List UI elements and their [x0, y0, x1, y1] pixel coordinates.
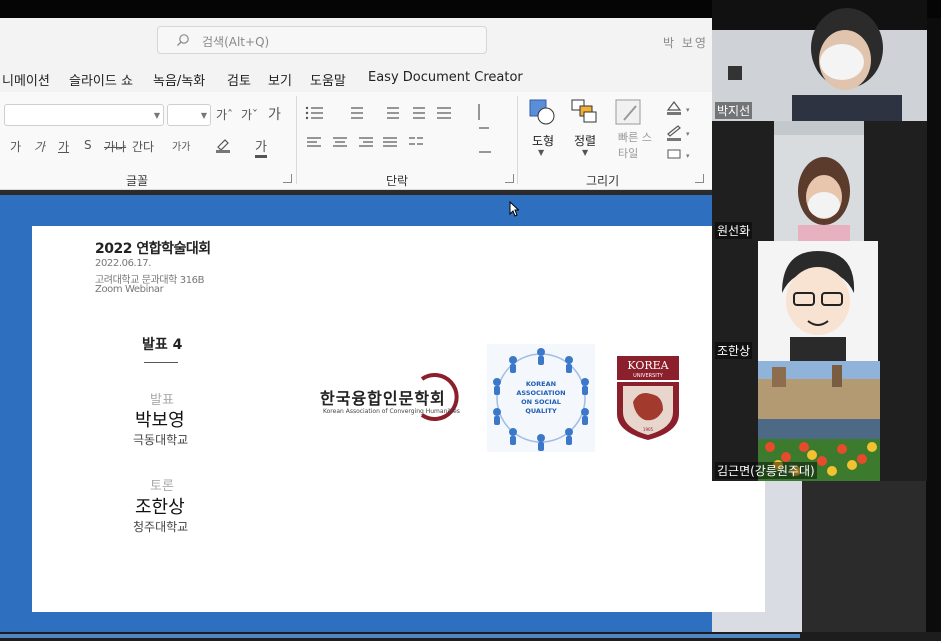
- slide-date: 2022.06.17.: [95, 258, 152, 269]
- font-family-select[interactable]: ▼: [4, 104, 164, 126]
- slide-canvas[interactable]: 2022 연합학술대회 2022.06.17. 고려대학교 문과대학 316B …: [32, 226, 765, 612]
- svg-text:▾: ▾: [686, 130, 690, 138]
- quick-styles-label: 빠른 스타일: [618, 131, 652, 160]
- ku-founded-year: 1905: [643, 427, 654, 432]
- change-case-button[interactable]: 가가: [172, 138, 190, 153]
- ksq-logo: KOREAN ASSOCIATION ON SOCIAL QUALITY: [487, 344, 595, 452]
- slide-title: 2022 연합학술대회: [95, 241, 211, 257]
- kach-name: 한국융합인문학회: [320, 389, 446, 408]
- ksq-line-3: ON SOCIAL: [521, 398, 561, 406]
- arrange-icon: [571, 99, 597, 123]
- chevron-down-icon: ▼: [200, 111, 207, 120]
- group-divider: [517, 96, 518, 184]
- ku-shield-icon: KOREA UNIVERSITY 1905: [617, 356, 679, 440]
- chevron-down-icon: ▼: [538, 148, 545, 157]
- ku-word-korea: KOREA: [627, 359, 669, 372]
- kach-logo: 한국융합인문학회 Korean Association of Convergin…: [320, 371, 465, 423]
- font-dialog-launcher-icon[interactable]: [283, 174, 292, 183]
- underline-button[interactable]: 가: [58, 138, 69, 155]
- drawing-group-label: 그리기: [586, 174, 620, 188]
- participant-name: 김근면(강릉원주대): [715, 462, 817, 479]
- group-divider: [296, 96, 297, 184]
- shadow-button[interactable]: S: [84, 138, 92, 152]
- search-input[interactable]: 검색(Alt+Q): [157, 26, 487, 54]
- font-color-button[interactable]: 가: [255, 136, 267, 158]
- participant-name: 원선화: [715, 222, 753, 239]
- presenter-name: 박보영: [135, 410, 185, 431]
- font-group-label: 글꼴: [126, 174, 149, 188]
- ksq-line-1: KOREAN: [525, 380, 557, 388]
- participant-tile[interactable]: 원선화: [712, 121, 927, 241]
- discussant-name: 조한상: [135, 497, 185, 518]
- quick-styles-button[interactable]: 빠른 스타일: [612, 98, 656, 170]
- highlighter-icon[interactable]: [214, 137, 232, 153]
- divider-line: [144, 362, 178, 363]
- search-icon: [177, 34, 189, 46]
- tab-help[interactable]: 도움말: [310, 70, 346, 89]
- ku-word-university: UNIVERSITY: [633, 373, 664, 379]
- chevron-down-icon: ▼: [582, 148, 589, 157]
- participant-tile[interactable]: 박지선: [712, 0, 927, 121]
- strikethrough-button[interactable]: 가나: [104, 138, 126, 155]
- ribbon: ▼ ▼ 가ˆ 가ˇ 가 가 가 가 S 가나 간다 가가 가 글꼴 단락 도형 …: [0, 92, 712, 190]
- shrink-font-button[interactable]: 가ˇ: [241, 106, 258, 123]
- drawing-dialog-launcher-icon[interactable]: [695, 174, 704, 183]
- grow-font-button[interactable]: 가ˆ: [216, 106, 233, 123]
- tab-review[interactable]: 검토: [227, 70, 251, 89]
- bottom-status-strip: [0, 632, 941, 641]
- tab-record[interactable]: 녹음/녹화: [153, 70, 205, 89]
- char-spacing-button[interactable]: 간다: [132, 138, 154, 155]
- search-placeholder: 검색(Alt+Q): [202, 35, 270, 49]
- tab-view[interactable]: 보기: [268, 70, 292, 89]
- account-name[interactable]: 박 보영: [663, 34, 708, 51]
- shapes-icon: [529, 99, 555, 125]
- mouse-cursor-icon: [509, 201, 519, 217]
- arrange-label: 정렬: [574, 134, 597, 148]
- paragraph-dialog-launcher-icon[interactable]: [505, 174, 514, 183]
- shapes-label: 도형: [532, 134, 555, 148]
- kach-english-name: Korean Association of Converging Humanit…: [323, 408, 460, 415]
- slide-webinar: Zoom Webinar: [95, 284, 164, 295]
- participant-name: 조한상: [715, 342, 753, 359]
- clear-format-button[interactable]: 가: [268, 104, 281, 124]
- participant-name: 박지선: [715, 102, 753, 119]
- participant-tile[interactable]: 조한상: [712, 241, 927, 361]
- ksq-line-4: QUALITY: [525, 407, 557, 415]
- quick-styles-icon: [615, 99, 641, 125]
- tab-animations[interactable]: 니메이션: [2, 70, 50, 89]
- shapes-button[interactable]: 도형 ▼: [528, 98, 562, 162]
- arrange-button[interactable]: 정렬 ▼: [570, 98, 604, 162]
- talk-number: 발표 4: [142, 337, 183, 353]
- presenter-affiliation: 극동대학교: [133, 433, 189, 447]
- bold-button[interactable]: 가: [10, 138, 21, 155]
- scroll-track[interactable]: [0, 634, 800, 638]
- paragraph-tools-icons[interactable]: [305, 104, 505, 164]
- shape-format-icons[interactable]: ▾ ▾ ▾: [664, 98, 698, 162]
- font-size-select[interactable]: ▼: [167, 104, 211, 126]
- tab-easy-document-creator[interactable]: Easy Document Creator: [368, 70, 523, 85]
- participants-panel-edge: [926, 18, 941, 641]
- chevron-down-icon: ▼: [153, 111, 160, 120]
- italic-button[interactable]: 가: [34, 138, 45, 155]
- svg-text:▾: ▾: [686, 106, 690, 114]
- ksq-line-2: ASSOCIATION: [516, 389, 566, 397]
- menu-bar: 니메이션 슬라이드 쇼 녹음/녹화 검토 보기 도움말 Easy Documen…: [0, 62, 712, 92]
- korea-university-logo: KOREA UNIVERSITY 1905: [617, 356, 679, 440]
- discussant-role: 토론: [150, 479, 174, 494]
- svg-text:▾: ▾: [686, 152, 690, 160]
- participant-tile[interactable]: 김근면(강릉원주대): [712, 361, 927, 481]
- paragraph-group-label: 단락: [386, 174, 409, 188]
- tab-slideshow[interactable]: 슬라이드 쇼: [69, 70, 133, 89]
- discussant-affiliation: 청주대학교: [133, 520, 189, 534]
